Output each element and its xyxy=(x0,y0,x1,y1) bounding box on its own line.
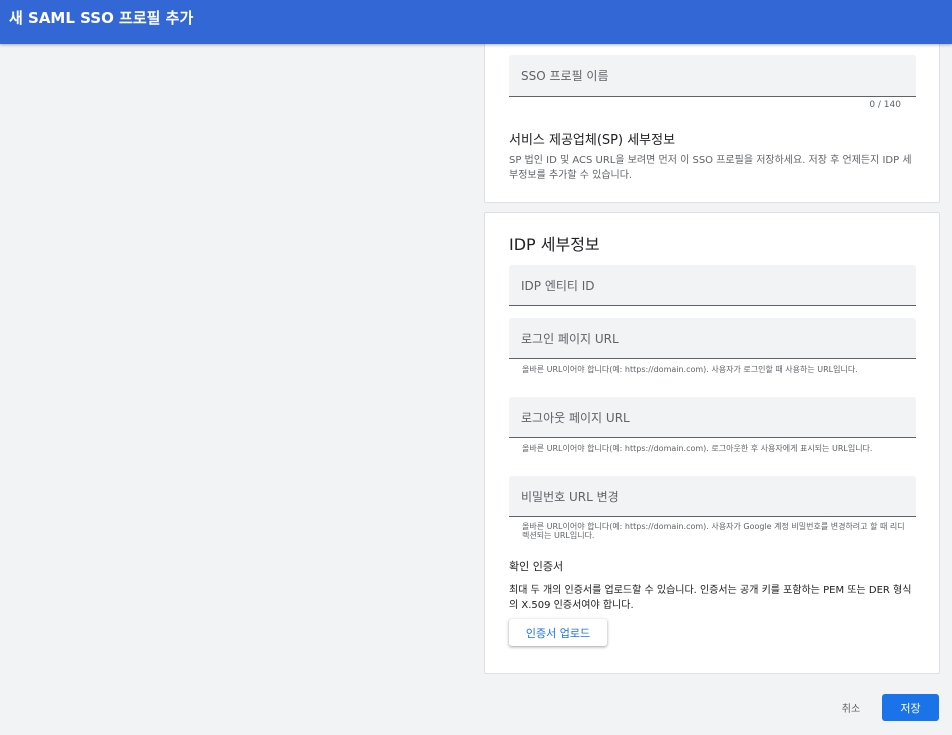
sp-details-title: 서비스 제공업체(SP) 세부정보 xyxy=(509,133,676,148)
login-url-helper: 올바른 URL이어야 합니다(예: https://domain.com). 사… xyxy=(522,365,858,374)
page-title: 새 SAML SSO 프로필 추가 xyxy=(9,9,194,27)
char-counter: 0 / 140 xyxy=(869,100,901,110)
app-header: 새 SAML SSO 프로필 추가 xyxy=(0,0,952,44)
idp-entity-id-placeholder: IDP 엔티티 ID xyxy=(521,279,595,293)
login-url-placeholder: 로그인 페이지 URL xyxy=(521,332,619,346)
change-password-url-input[interactable]: 비밀번호 URL 변경 xyxy=(509,476,916,517)
sso-profile-card: SSO 프로필 이름 0 / 140 서비스 제공업체(SP) 세부정보 SP … xyxy=(484,40,940,203)
save-button[interactable]: 저장 xyxy=(882,694,939,721)
sp-details-description: SP 법인 ID 및 ACS URL을 보려면 먼저 이 SSO 프로필을 저장… xyxy=(509,155,912,181)
idp-details-title: IDP 세부정보 xyxy=(509,235,600,254)
logout-url-helper: 올바른 URL이어야 합니다(예: https://domain.com). 로… xyxy=(522,444,873,453)
cancel-button[interactable]: 취소 xyxy=(828,696,874,718)
cert-title: 확인 인증서 xyxy=(509,560,564,573)
sso-profile-name-placeholder: SSO 프로필 이름 xyxy=(521,69,609,83)
login-url-input[interactable]: 로그인 페이지 URL xyxy=(509,318,916,359)
upload-certificate-button[interactable]: 인증서 업로드 xyxy=(509,619,607,646)
idp-entity-id-input[interactable]: IDP 엔티티 ID xyxy=(509,265,916,306)
change-password-url-helper: 올바른 URL이어야 합니다(예: https://domain.com). 사… xyxy=(522,522,905,540)
change-password-url-placeholder: 비밀번호 URL 변경 xyxy=(521,490,619,504)
idp-details-card: IDP 세부정보 IDP 엔티티 ID 로그인 페이지 URL 올바른 URL이… xyxy=(484,212,940,674)
cert-description: 최대 두 개의 인증서를 업로드할 수 있습니다. 인증서는 공개 키를 포함하… xyxy=(509,585,912,611)
logout-url-placeholder: 로그아웃 페이지 URL xyxy=(521,411,630,425)
logout-url-input[interactable]: 로그아웃 페이지 URL xyxy=(509,397,916,438)
sso-profile-name-input[interactable]: SSO 프로필 이름 xyxy=(509,55,916,97)
